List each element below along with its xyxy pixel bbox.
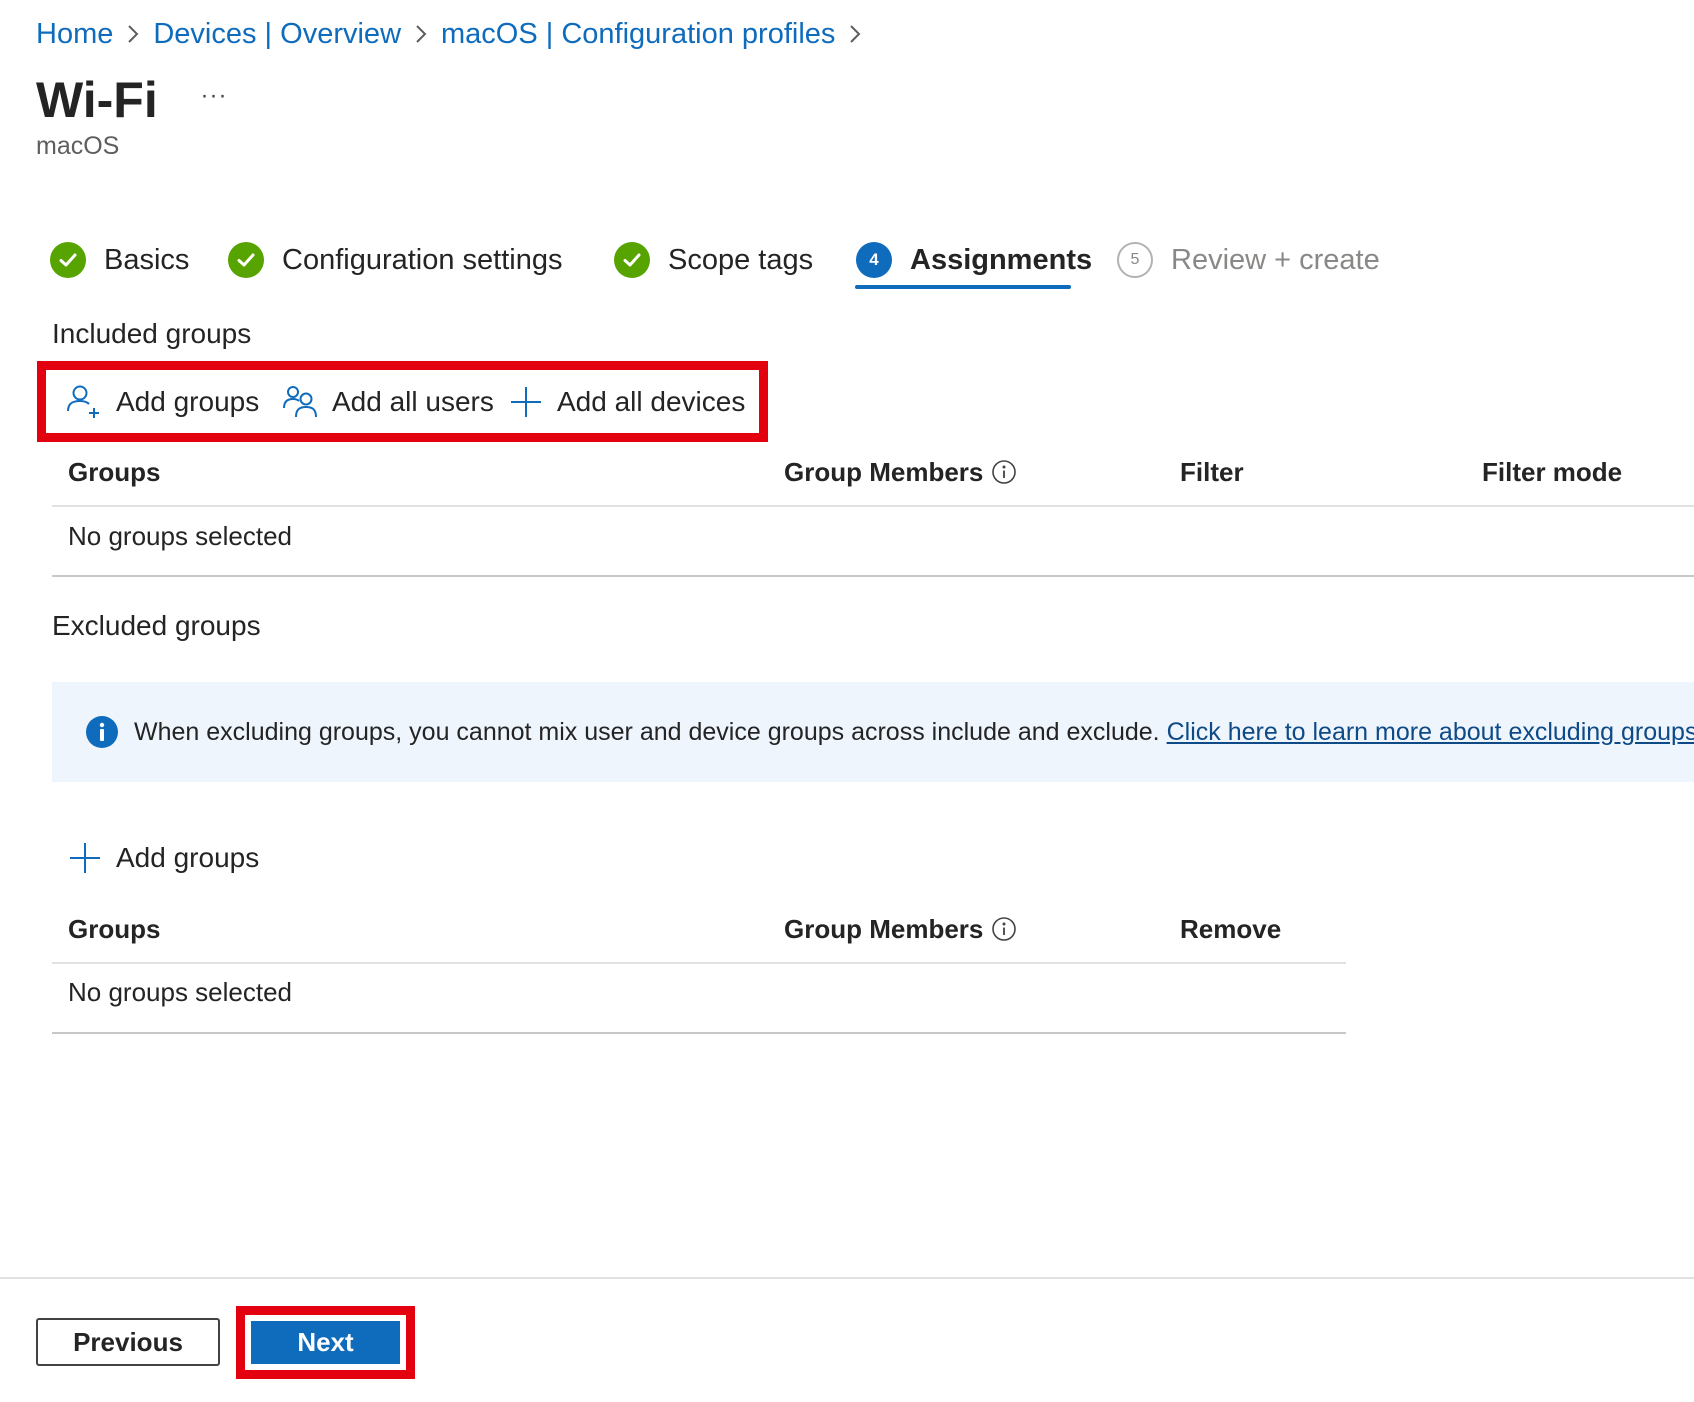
chevron-right-icon	[415, 24, 427, 44]
wizard-step-label: Configuration settings	[282, 243, 563, 276]
column-header-filter-mode: Filter mode	[1482, 456, 1623, 487]
wizard-step-label: Assignments	[910, 243, 1093, 276]
table-divider	[52, 505, 1694, 507]
add-groups-label: Add groups	[116, 842, 260, 873]
column-header-group-members: Group Members	[784, 911, 1017, 947]
wizard-step-label: Scope tags	[668, 243, 814, 276]
previous-button[interactable]: Previous	[36, 1318, 220, 1366]
wizard-step-scope-tags[interactable]: Scope tags	[614, 230, 813, 290]
wizard-step-configuration-settings[interactable]: Configuration settings	[228, 230, 563, 290]
add-groups-button[interactable]: Add groups	[66, 380, 259, 424]
chevron-right-icon	[849, 24, 861, 44]
plus-icon	[509, 385, 543, 419]
table-divider	[52, 1032, 1346, 1034]
info-icon[interactable]	[991, 459, 1017, 485]
column-header-label: Group Members	[784, 456, 984, 487]
checkmark-icon	[228, 242, 264, 278]
wizard-step-assignments[interactable]: 4 Assignments	[856, 230, 1092, 290]
empty-table-message: No groups selected	[68, 521, 293, 551]
add-all-devices-button[interactable]: Add all devices	[509, 380, 745, 424]
table-divider	[52, 962, 1346, 964]
add-excluded-groups-button[interactable]: Add groups	[68, 836, 259, 880]
excluded-groups-title: Excluded groups	[52, 610, 261, 641]
wizard-step-basics[interactable]: Basics	[50, 230, 189, 290]
column-header-groups: Groups	[68, 456, 161, 487]
more-options-button[interactable]: ···	[196, 78, 232, 114]
add-all-devices-label: Add all devices	[557, 386, 746, 417]
column-header-groups: Groups	[68, 913, 161, 944]
breadcrumb-home[interactable]: Home	[36, 18, 113, 51]
column-header-group-members: Group Members	[784, 454, 1017, 490]
checkmark-icon	[50, 242, 86, 278]
breadcrumb: Home Devices | Overview macOS | Configur…	[36, 14, 875, 54]
learn-more-link[interactable]: Click here to learn more about excluding…	[1167, 718, 1694, 746]
add-person-icon	[66, 384, 102, 420]
column-header-label: Group Members	[784, 913, 984, 944]
info-icon[interactable]	[991, 916, 1017, 942]
add-groups-label: Add groups	[116, 386, 260, 417]
column-header-filter: Filter	[1180, 456, 1244, 487]
chevron-right-icon	[127, 24, 139, 44]
included-groups-title: Included groups	[52, 318, 252, 349]
next-button[interactable]: Next	[251, 1321, 400, 1364]
breadcrumb-devices-overview[interactable]: Devices | Overview	[153, 18, 401, 51]
people-icon	[282, 384, 318, 420]
info-banner-message: When excluding groups, you cannot mix us…	[134, 718, 1160, 746]
table-divider	[52, 575, 1694, 577]
wizard-step-review-create[interactable]: 5 Review + create	[1117, 230, 1380, 290]
breadcrumb-macos-configuration-profiles[interactable]: macOS | Configuration profiles	[441, 18, 835, 51]
checkmark-icon	[614, 242, 650, 278]
plus-icon	[68, 841, 102, 875]
step-number-badge: 4	[856, 242, 892, 278]
info-banner-text: When excluding groups, you cannot mix us…	[134, 718, 1694, 747]
column-header-remove: Remove	[1180, 913, 1282, 944]
page-title: Wi-Fi	[36, 72, 158, 128]
wizard-step-label: Review + create	[1171, 243, 1380, 276]
add-all-users-label: Add all users	[332, 386, 494, 417]
info-filled-icon	[86, 716, 118, 753]
wizard-step-label: Basics	[104, 243, 190, 276]
page-subtitle: macOS	[36, 132, 120, 160]
active-step-underline	[855, 285, 1071, 289]
empty-table-message: No groups selected	[68, 977, 293, 1007]
footer-divider	[0, 1277, 1694, 1279]
step-number-badge: 5	[1117, 242, 1153, 278]
add-all-users-button[interactable]: Add all users	[282, 380, 494, 424]
